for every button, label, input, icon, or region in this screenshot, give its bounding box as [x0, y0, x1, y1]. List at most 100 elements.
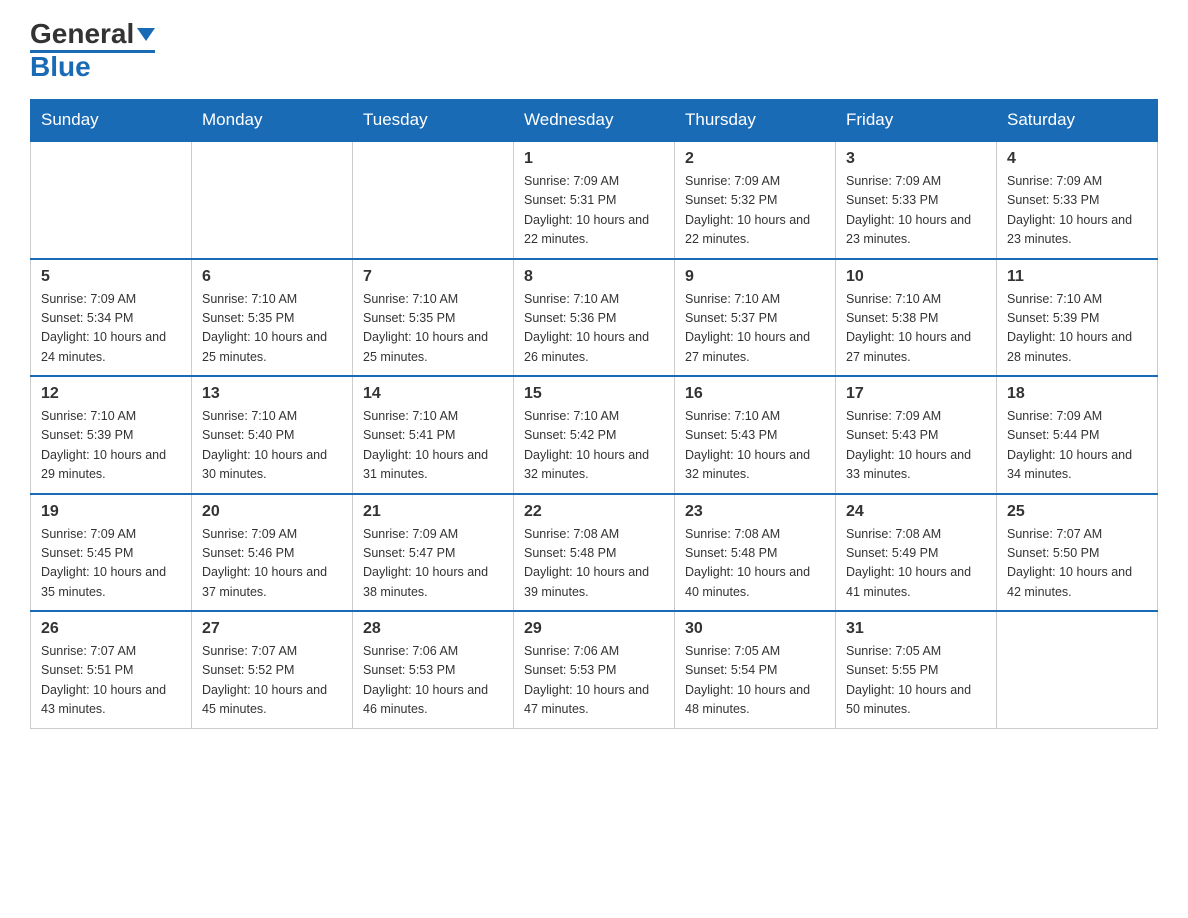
cell-week5-day2: 28Sunrise: 7:06 AM Sunset: 5:53 PM Dayli… — [353, 611, 514, 728]
day-number: 10 — [846, 268, 986, 286]
day-info: Sunrise: 7:09 AM Sunset: 5:33 PM Dayligh… — [1007, 172, 1147, 250]
cell-week2-day6: 11 Sunrise: 7:10 AM Sunset: 5:39 PM Dayli… — [997, 259, 1158, 377]
day-info: Sunrise: 7:09 AM Sunset: 5:46 PM Dayligh… — [202, 525, 342, 603]
cell-week3-day0: 12 Sunrise: 7:10 AM Sunset: 5:39 PM Dayli… — [31, 376, 192, 494]
day-info: Sunrise: 7:10 AM Sunset: 5:42 PM Dayligh… — [524, 407, 664, 485]
week-row-5: 26 Sunrise: 7:07 AM Sunset: 5:51 PM Dayli… — [31, 611, 1158, 728]
day-info: Sunrise: 7:10 AM Sunset: 5:43 PM Dayligh… — [685, 407, 825, 485]
week-row-3: 12 Sunrise: 7:10 AM Sunset: 5:39 PM Dayli… — [31, 376, 1158, 494]
day-number: 2 — [685, 150, 825, 168]
day-info: Sunrise: 7:10 AM Sunset: 5:39 PM Dayligh… — [41, 407, 181, 485]
day-info: Sunrise: 7:10 AM Sunset: 5:35 PM Dayligh… — [363, 290, 503, 368]
cell-week3-day3: 15Sunrise: 7:10 AM Sunset: 5:42 PM Dayli… — [514, 376, 675, 494]
day-info: Sunrise: 7:07 AM Sunset: 5:50 PM Dayligh… — [1007, 525, 1147, 603]
day-number: 4 — [1007, 150, 1147, 168]
day-info: Sunrise: 7:06 AM Sunset: 5:53 PM Dayligh… — [524, 642, 664, 720]
day-number: 7 — [363, 268, 503, 286]
day-info: Sunrise: 7:09 AM Sunset: 5:31 PM Dayligh… — [524, 172, 664, 250]
cell-week2-day0: 5Sunrise: 7:09 AM Sunset: 5:34 PM Daylig… — [31, 259, 192, 377]
day-info: Sunrise: 7:10 AM Sunset: 5:37 PM Dayligh… — [685, 290, 825, 368]
cell-week4-day1: 20 Sunrise: 7:09 AM Sunset: 5:46 PM Dayli… — [192, 494, 353, 612]
header-sunday: Sunday — [31, 100, 192, 142]
cell-week5-day5: 31 Sunrise: 7:05 AM Sunset: 5:55 PM Dayli… — [836, 611, 997, 728]
cell-week5-day4: 30 Sunrise: 7:05 AM Sunset: 5:54 PM Dayli… — [675, 611, 836, 728]
day-info: Sunrise: 7:09 AM Sunset: 5:43 PM Dayligh… — [846, 407, 986, 485]
day-number: 11 — [1007, 268, 1147, 286]
cell-week4-day0: 19 Sunrise: 7:09 AM Sunset: 5:45 PM Dayli… — [31, 494, 192, 612]
cell-week2-day1: 6 Sunrise: 7:10 AM Sunset: 5:35 PM Daylig… — [192, 259, 353, 377]
day-info: Sunrise: 7:10 AM Sunset: 5:38 PM Dayligh… — [846, 290, 986, 368]
cell-week1-day0 — [31, 141, 192, 259]
cell-week3-day5: 17Sunrise: 7:09 AM Sunset: 5:43 PM Dayli… — [836, 376, 997, 494]
day-info: Sunrise: 7:08 AM Sunset: 5:48 PM Dayligh… — [685, 525, 825, 603]
day-number: 16 — [685, 385, 825, 403]
day-number: 26 — [41, 620, 181, 638]
header-wednesday: Wednesday — [514, 100, 675, 142]
day-info: Sunrise: 7:05 AM Sunset: 5:55 PM Dayligh… — [846, 642, 986, 720]
header-saturday: Saturday — [997, 100, 1158, 142]
cell-week4-day5: 24 Sunrise: 7:08 AM Sunset: 5:49 PM Dayli… — [836, 494, 997, 612]
day-info: Sunrise: 7:05 AM Sunset: 5:54 PM Dayligh… — [685, 642, 825, 720]
day-number: 21 — [363, 503, 503, 521]
day-info: Sunrise: 7:10 AM Sunset: 5:39 PM Dayligh… — [1007, 290, 1147, 368]
day-info: Sunrise: 7:10 AM Sunset: 5:35 PM Dayligh… — [202, 290, 342, 368]
cell-week3-day2: 14 Sunrise: 7:10 AM Sunset: 5:41 PM Dayli… — [353, 376, 514, 494]
cell-week3-day4: 16 Sunrise: 7:10 AM Sunset: 5:43 PM Dayli… — [675, 376, 836, 494]
header-monday: Monday — [192, 100, 353, 142]
day-info: Sunrise: 7:08 AM Sunset: 5:49 PM Dayligh… — [846, 525, 986, 603]
cell-week5-day3: 29Sunrise: 7:06 AM Sunset: 5:53 PM Dayli… — [514, 611, 675, 728]
cell-week5-day0: 26 Sunrise: 7:07 AM Sunset: 5:51 PM Dayli… — [31, 611, 192, 728]
day-number: 28 — [363, 620, 503, 638]
cell-week4-day2: 21 Sunrise: 7:09 AM Sunset: 5:47 PM Dayli… — [353, 494, 514, 612]
cell-week2-day4: 9 Sunrise: 7:10 AM Sunset: 5:37 PM Daylig… — [675, 259, 836, 377]
cell-week1-day6: 4 Sunrise: 7:09 AM Sunset: 5:33 PM Daylig… — [997, 141, 1158, 259]
day-number: 8 — [524, 268, 664, 286]
day-info: Sunrise: 7:10 AM Sunset: 5:41 PM Dayligh… — [363, 407, 503, 485]
day-number: 24 — [846, 503, 986, 521]
cell-week1-day3: 1 Sunrise: 7:09 AM Sunset: 5:31 PM Daylig… — [514, 141, 675, 259]
day-info: Sunrise: 7:10 AM Sunset: 5:36 PM Dayligh… — [524, 290, 664, 368]
week-row-2: 5Sunrise: 7:09 AM Sunset: 5:34 PM Daylig… — [31, 259, 1158, 377]
logo: General Blue — [30, 20, 155, 81]
day-number: 22 — [524, 503, 664, 521]
cell-week4-day6: 25 Sunrise: 7:07 AM Sunset: 5:50 PM Dayli… — [997, 494, 1158, 612]
day-number: 1 — [524, 150, 664, 168]
day-info: Sunrise: 7:09 AM Sunset: 5:33 PM Dayligh… — [846, 172, 986, 250]
cell-week3-day6: 18Sunrise: 7:09 AM Sunset: 5:44 PM Dayli… — [997, 376, 1158, 494]
cell-week2-day5: 10 Sunrise: 7:10 AM Sunset: 5:38 PM Dayli… — [836, 259, 997, 377]
header-thursday: Thursday — [675, 100, 836, 142]
day-number: 31 — [846, 620, 986, 638]
day-number: 20 — [202, 503, 342, 521]
day-info: Sunrise: 7:10 AM Sunset: 5:40 PM Dayligh… — [202, 407, 342, 485]
cell-week5-day1: 27Sunrise: 7:07 AM Sunset: 5:52 PM Dayli… — [192, 611, 353, 728]
header-friday: Friday — [836, 100, 997, 142]
day-number: 30 — [685, 620, 825, 638]
day-number: 13 — [202, 385, 342, 403]
cell-week1-day2 — [353, 141, 514, 259]
calendar-table: SundayMondayTuesdayWednesdayThursdayFrid… — [30, 99, 1158, 729]
day-number: 25 — [1007, 503, 1147, 521]
day-number: 19 — [41, 503, 181, 521]
logo-blue: Blue — [30, 53, 91, 81]
day-info: Sunrise: 7:09 AM Sunset: 5:32 PM Dayligh… — [685, 172, 825, 250]
week-row-1: 1 Sunrise: 7:09 AM Sunset: 5:31 PM Daylig… — [31, 141, 1158, 259]
day-number: 12 — [41, 385, 181, 403]
day-number: 6 — [202, 268, 342, 286]
day-info: Sunrise: 7:07 AM Sunset: 5:51 PM Dayligh… — [41, 642, 181, 720]
day-info: Sunrise: 7:09 AM Sunset: 5:47 PM Dayligh… — [363, 525, 503, 603]
logo-text: General — [30, 20, 155, 48]
cell-week4-day4: 23Sunrise: 7:08 AM Sunset: 5:48 PM Dayli… — [675, 494, 836, 612]
day-info: Sunrise: 7:09 AM Sunset: 5:45 PM Dayligh… — [41, 525, 181, 603]
day-number: 14 — [363, 385, 503, 403]
cell-week2-day2: 7 Sunrise: 7:10 AM Sunset: 5:35 PM Daylig… — [353, 259, 514, 377]
week-row-4: 19 Sunrise: 7:09 AM Sunset: 5:45 PM Dayli… — [31, 494, 1158, 612]
day-number: 9 — [685, 268, 825, 286]
calendar-header-row: SundayMondayTuesdayWednesdayThursdayFrid… — [31, 100, 1158, 142]
day-info: Sunrise: 7:09 AM Sunset: 5:44 PM Dayligh… — [1007, 407, 1147, 485]
day-info: Sunrise: 7:08 AM Sunset: 5:48 PM Dayligh… — [524, 525, 664, 603]
cell-week5-day6 — [997, 611, 1158, 728]
header-tuesday: Tuesday — [353, 100, 514, 142]
cell-week1-day1 — [192, 141, 353, 259]
day-number: 3 — [846, 150, 986, 168]
day-number: 27 — [202, 620, 342, 638]
